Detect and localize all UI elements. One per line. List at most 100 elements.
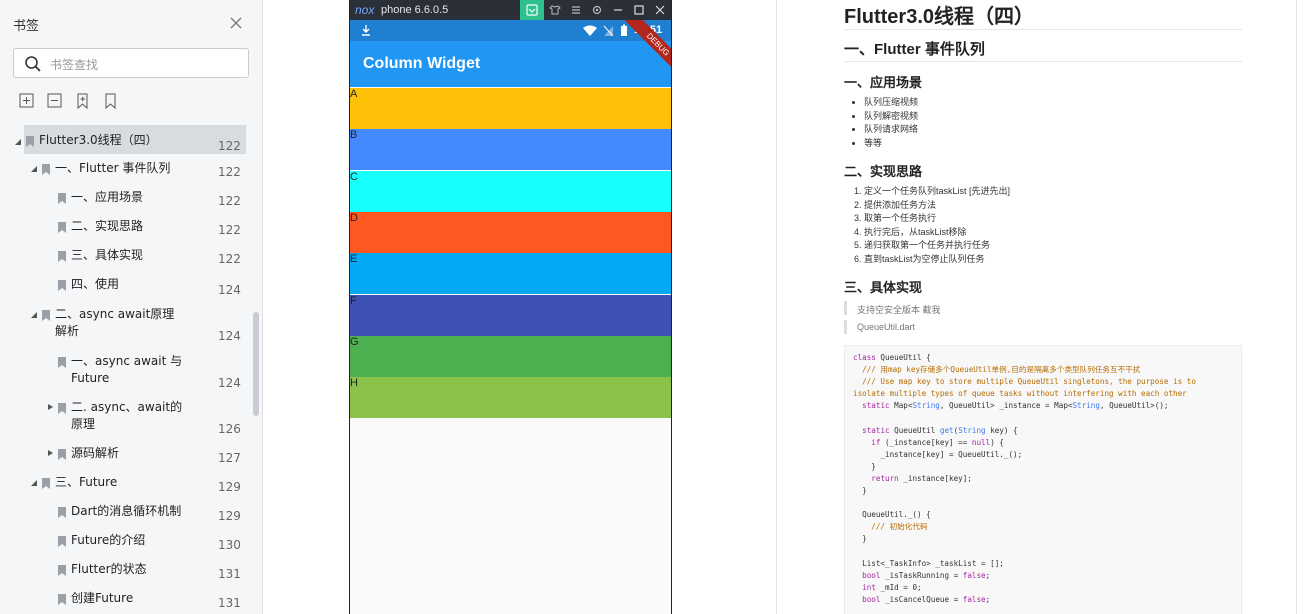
column-child-container: C	[350, 170, 671, 212]
container-label: A	[350, 88, 358, 100]
bookmark-marker-icon	[58, 193, 66, 204]
expanded-triangle-icon[interactable]	[30, 165, 38, 173]
shirt-icon[interactable]	[549, 4, 561, 16]
bookmark-page: 131	[218, 596, 241, 610]
column-child-container: E	[350, 253, 671, 295]
collapsed-triangle-icon[interactable]	[46, 403, 54, 411]
search-icon	[25, 56, 41, 72]
emulator-titlebar: nox phone 6.6.0.5	[350, 0, 671, 20]
keyboard-mode-button[interactable]	[520, 0, 544, 20]
bookmark-item[interactable]: 一、应用场景 122	[0, 189, 250, 217]
debug-banner-area: DEBUG	[350, 20, 671, 80]
collapse-all-icon[interactable]	[46, 92, 64, 110]
bookmark-marker-icon	[42, 164, 50, 175]
bookmark-item[interactable]: Future的介绍 130	[0, 532, 250, 560]
title-divider	[844, 29, 1242, 30]
add-bookmark-icon[interactable]	[74, 92, 92, 110]
bookmark-item[interactable]: 一、Flutter 事件队列 122	[0, 160, 250, 188]
container-label: D	[350, 211, 358, 224]
document-title: Flutter3.0线程（四）	[844, 6, 1035, 28]
scene-list: 队列压缩视频 队列解密视频 队列请求网络 等等	[854, 96, 918, 150]
subsection-heading: 一、应用场景	[844, 75, 923, 90]
bookmark-label: 一、Flutter 事件队列	[55, 161, 171, 175]
container-label: E	[350, 253, 358, 266]
blockquote: 支持空安全版本 截我	[844, 301, 1242, 315]
bookmark-marker-icon	[58, 222, 66, 233]
bookmark-page: 124	[218, 329, 241, 343]
minimize-icon[interactable]	[612, 4, 624, 16]
bookmark-search-input[interactable]: 书签查找	[13, 48, 249, 78]
bookmark-marker-icon	[58, 507, 66, 518]
bookmark-page: 126	[218, 422, 241, 436]
bookmark-item[interactable]: 一、async await 与 Future 124	[0, 353, 250, 399]
code-block: class QueueUtil { /// 用map key存储多个QueueU…	[844, 345, 1242, 614]
bookmark-item[interactable]: 二、async await原理解析 124	[0, 306, 250, 352]
bookmark-marker-icon	[26, 136, 34, 147]
section-divider	[844, 61, 1242, 62]
bookmark-panel: 书签 书签查找 Flutter3.0线程（四） 122 一、Flutter 事件…	[0, 0, 263, 614]
list-item: 队列请求网络	[864, 123, 918, 137]
expanded-triangle-icon[interactable]	[14, 138, 22, 146]
bookmark-item[interactable]: Dart的消息循环机制 129	[0, 503, 250, 531]
bookmark-label: Flutter的状态	[71, 562, 147, 576]
nox-logo: nox	[355, 3, 375, 17]
container-label: F	[350, 294, 357, 307]
bookmark-item[interactable]: 二. async、await的原理 126	[0, 399, 250, 445]
collapsed-triangle-icon[interactable]	[46, 449, 54, 457]
gear-icon[interactable]	[591, 4, 603, 16]
list-item: 取第一个任务执行	[864, 212, 1010, 226]
expanded-triangle-icon[interactable]	[30, 479, 38, 487]
subsection-heading: 三、具体实现	[844, 280, 923, 295]
bookmark-item[interactable]: 源码解析 127	[0, 445, 250, 473]
phone-emulator: nox phone 6.6.0.5 10:51 Column Widget DE…	[349, 0, 672, 614]
column-child-container: D	[350, 211, 671, 253]
bookmark-panel-title: 书签	[13, 19, 40, 34]
bookmark-page: 122	[218, 194, 241, 208]
bookmark-label: Dart的消息循环机制	[71, 504, 182, 518]
menu-icon[interactable]	[570, 4, 582, 16]
bookmark-page: 129	[218, 509, 241, 523]
bookmark-item[interactable]: Flutter3.0线程（四） 122	[0, 125, 250, 155]
bookmark-marker-icon	[58, 565, 66, 576]
subsection-heading: 二、实现思路	[844, 164, 923, 179]
bookmark-marker-icon	[58, 536, 66, 547]
bookmark-page: 131	[218, 567, 241, 581]
list-item: 递归获取第一个任务并执行任务	[864, 239, 1010, 253]
container-label: G	[350, 335, 359, 348]
bookmark-marker-icon	[58, 594, 66, 605]
bookmark-page: 127	[218, 451, 241, 465]
bookmark-marker-icon	[58, 280, 66, 291]
bookmark-item[interactable]: 四、使用 124	[0, 276, 250, 304]
page-edge-left	[776, 0, 777, 614]
maximize-icon[interactable]	[633, 4, 645, 16]
bookmark-item[interactable]: 三、具体实现 122	[0, 247, 250, 275]
list-item: 等等	[864, 137, 918, 151]
bookmark-marker-icon	[58, 449, 66, 460]
bookmark-marker-icon	[58, 251, 66, 262]
column-child-container: F	[350, 294, 671, 336]
debug-banner: DEBUG	[625, 20, 671, 78]
bookmark-page: 130	[218, 538, 241, 552]
expand-all-icon[interactable]	[18, 92, 36, 110]
column-child-container: G	[350, 335, 671, 377]
bookmark-label: 一、应用场景	[71, 190, 144, 204]
idea-list: 定义一个任务队列taskList [先进先出] 提供添加任务方法 取第一个任务执…	[854, 185, 1010, 267]
list-item: 直到taskList为空停止队列任务	[864, 253, 1010, 267]
bookmark-item[interactable]: 三、Future 129	[0, 474, 250, 502]
bookmark-page: 124	[218, 376, 241, 390]
list-item: 定义一个任务队列taskList [先进先出]	[864, 185, 1010, 199]
close-icon[interactable]	[654, 4, 666, 16]
column-child-container: B	[350, 129, 671, 171]
bookmark-page: 122	[218, 252, 241, 266]
bookmark-marker-icon	[42, 478, 50, 489]
bookmark-icon[interactable]	[102, 92, 120, 110]
close-icon[interactable]	[229, 16, 243, 30]
bookmark-item[interactable]: 创建Future 131	[0, 590, 250, 614]
bookmark-label: 一、async await 与 Future	[71, 354, 183, 385]
bookmark-label: 三、Future	[55, 475, 118, 489]
bookmark-item[interactable]: 二、实现思路 122	[0, 218, 250, 246]
bookmark-item[interactable]: Flutter的状态 131	[0, 561, 250, 589]
expanded-triangle-icon[interactable]	[30, 311, 38, 319]
bookmark-scrollbar[interactable]	[253, 312, 259, 416]
emulator-version: phone 6.6.0.5	[381, 4, 449, 16]
